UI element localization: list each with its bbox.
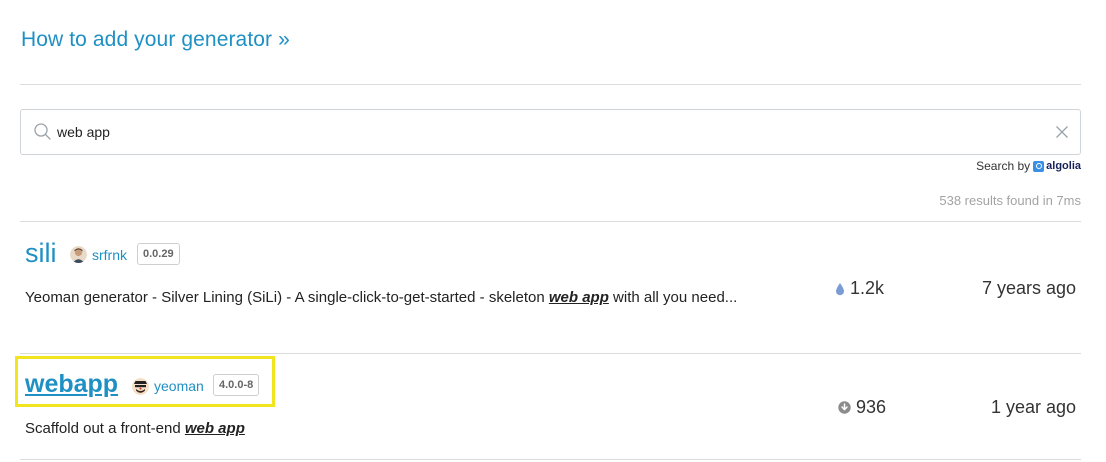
add-generator-link[interactable]: How to add your generator »: [21, 28, 290, 52]
description-text: Scaffold out a front-end: [25, 420, 185, 437]
description-highlight: web app: [184, 420, 245, 437]
stat-value: 936: [856, 397, 887, 417]
divider: [20, 221, 1081, 222]
description-highlight: web app: [548, 289, 609, 306]
updated-time: 7 years ago: [981, 278, 1076, 298]
divider: [20, 353, 1081, 354]
avatar[interactable]: [70, 246, 87, 263]
search-by-algolia[interactable]: Search by algolia: [976, 159, 1081, 173]
search-icon: [34, 123, 51, 140]
author-link[interactable]: srfrnk: [92, 247, 127, 263]
description-text: with all you need...: [608, 289, 738, 306]
algolia-logo[interactable]: algolia: [1033, 160, 1081, 172]
algolia-wordmark: algolia: [1046, 160, 1081, 172]
divider: [20, 459, 1081, 460]
divider: [20, 84, 1081, 85]
search-query[interactable]: web app: [57, 124, 110, 140]
stat: 936: [838, 397, 886, 418]
updated-time: 1 year ago: [990, 397, 1076, 417]
description-text: Yeoman generator - Silver Lining (SiLi) …: [25, 289, 549, 306]
results-summary: 538 results found in 7ms: [939, 193, 1081, 208]
result-title[interactable]: sili: [25, 238, 57, 269]
result-description: Yeoman generator - Silver Lining (SiLi) …: [25, 285, 745, 310]
stat: 1.2k: [835, 278, 884, 299]
clear-icon[interactable]: [1055, 125, 1069, 139]
result-description: Scaffold out a front-end web app: [25, 416, 745, 441]
stat-value: 1.2k: [850, 278, 885, 298]
download-icon: [838, 401, 851, 414]
drop-icon: [836, 282, 844, 295]
generator-search-page: How to add your generator » web app Sear…: [0, 0, 1106, 462]
focus-highlight: [15, 356, 275, 407]
search-input[interactable]: web app: [20, 109, 1081, 155]
algolia-icon: [1033, 160, 1045, 172]
search-by-label: Search by: [976, 159, 1031, 173]
version-badge: 0.0.29: [137, 243, 180, 265]
